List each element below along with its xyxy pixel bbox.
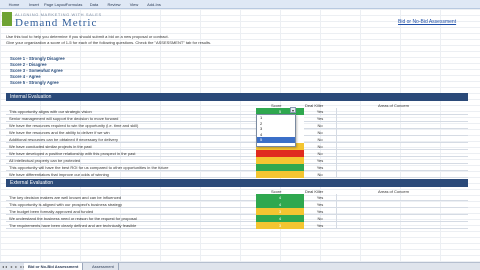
score-key-4: Score 4 - Agree bbox=[10, 74, 41, 79]
areas-of-concern-cell[interactable] bbox=[336, 215, 466, 222]
question-text: This opportunity will have the best ROI … bbox=[9, 165, 169, 170]
ribbon-tab-formulas[interactable]: Formulas bbox=[64, 0, 84, 8]
deal-killer-cell[interactable]: No bbox=[308, 122, 332, 129]
sheet-tab-bid-assessment[interactable]: Bid or No-Bid Assessment bbox=[24, 263, 84, 270]
score-key-3: Score 3 - Somewhat Agree bbox=[10, 68, 63, 73]
score-key-2: Score 2 - Disagree bbox=[10, 62, 47, 67]
score-key-5: Score 5 - Strongly Agree bbox=[10, 80, 59, 85]
table-row: The key decision makers are well known a… bbox=[6, 194, 468, 201]
question-text: Senior management will support the decis… bbox=[9, 116, 119, 121]
table-row: The budget been formally approved and fu… bbox=[6, 208, 468, 215]
score-cell[interactable]: 3 bbox=[256, 208, 304, 215]
table-row: Senior management will support the decis… bbox=[6, 115, 468, 122]
question-text: All intellectual property can be protect… bbox=[9, 158, 81, 163]
areas-of-concern-cell[interactable] bbox=[336, 143, 466, 150]
ribbon-tab-page-layout[interactable]: Page Layout bbox=[44, 0, 66, 8]
internal-evaluation-header: Internal Evaluation bbox=[6, 93, 468, 101]
score-cell[interactable] bbox=[256, 171, 304, 178]
ribbon-tab-home[interactable]: Home bbox=[4, 0, 24, 8]
table-row: We have the resources required to win th… bbox=[6, 122, 468, 129]
question-text: We have developed a positive relationshi… bbox=[9, 151, 136, 156]
question-text: The budget been formally approved and fu… bbox=[9, 209, 94, 214]
areas-of-concern-cell[interactable] bbox=[336, 194, 466, 201]
sheet-tabs-bar: ◂◂ ◂ ▸ ▸▸ Bid or No-Bid Assessment Asses… bbox=[0, 262, 480, 270]
question-text: This opportunity is aligned with our pro… bbox=[9, 202, 123, 207]
deal-killer-cell[interactable]: Yes bbox=[308, 222, 332, 229]
score-cell[interactable] bbox=[256, 150, 304, 157]
score-cell[interactable] bbox=[256, 157, 304, 164]
deal-killer-cell[interactable]: Yes bbox=[308, 157, 332, 164]
ribbon-tabs: Home Insert Page Layout Formulas Data Review V… bbox=[0, 0, 480, 9]
deal-killer-cell[interactable]: Yes bbox=[308, 194, 332, 201]
areas-of-concern-cell[interactable] bbox=[336, 122, 466, 129]
logo-name: Demand Metric bbox=[15, 17, 98, 29]
deal-killer-cell[interactable]: No bbox=[308, 129, 332, 136]
table-row: All intellectual property can be protect… bbox=[6, 157, 468, 164]
areas-of-concern-cell[interactable] bbox=[336, 208, 466, 215]
dropdown-option[interactable]: 5 bbox=[257, 137, 295, 143]
question-text: We have differentiators that improve our… bbox=[9, 172, 109, 177]
deal-killer-cell[interactable]: Yes bbox=[308, 108, 332, 115]
deal-killer-cell[interactable]: Yes bbox=[308, 164, 332, 171]
ribbon-tab-add-ins[interactable]: Add-Ins bbox=[144, 0, 164, 8]
assessment-link[interactable]: Bid or No-Bid Assessment bbox=[398, 19, 456, 25]
sheet-nav-arrows-icon[interactable]: ◂◂ ◂ ▸ ▸▸ bbox=[2, 264, 26, 269]
areas-of-concern-cell[interactable] bbox=[336, 108, 466, 115]
question-text: We have conducted similar projects in th… bbox=[9, 144, 92, 149]
areas-of-concern-cell[interactable] bbox=[336, 136, 466, 143]
section-title: Internal Evaluation bbox=[10, 94, 52, 100]
areas-of-concern-cell[interactable] bbox=[336, 201, 466, 208]
table-row: Additional resources can be obtained if … bbox=[6, 136, 468, 143]
score-cell[interactable]: 3 bbox=[256, 222, 304, 229]
areas-of-concern-cell[interactable] bbox=[336, 157, 466, 164]
ribbon-tab-review[interactable]: Review bbox=[104, 0, 124, 8]
score-cell[interactable]: 4 bbox=[256, 215, 304, 222]
question-text: We have the resources required to win th… bbox=[9, 123, 139, 128]
table-row: We have developed a positive relationshi… bbox=[6, 150, 468, 157]
deal-killer-cell[interactable]: No bbox=[308, 150, 332, 157]
table-row: We have differentiators that improve our… bbox=[6, 171, 468, 178]
table-row: The requirements have been clearly defin… bbox=[6, 222, 468, 229]
sheet-tab-assessment[interactable]: Assessment bbox=[88, 263, 119, 270]
areas-of-concern-cell[interactable] bbox=[336, 164, 466, 171]
question-text: The key decision makers are well known a… bbox=[9, 195, 122, 200]
section-title: External Evaluation bbox=[10, 180, 54, 186]
areas-of-concern-cell[interactable] bbox=[336, 115, 466, 122]
score-dropdown-list[interactable]: 12345 bbox=[256, 114, 296, 147]
deal-killer-cell[interactable]: No bbox=[308, 215, 332, 222]
ribbon-tab-insert[interactable]: Insert bbox=[24, 0, 44, 8]
question-text: We have the resources and the ability to… bbox=[9, 130, 110, 135]
score-cell[interactable]: 4 bbox=[256, 201, 304, 208]
intro-line-1: Use this tool to help you determine if y… bbox=[6, 34, 169, 39]
ribbon-tab-data[interactable]: Data bbox=[84, 0, 104, 8]
table-row: We understand the business need or reaso… bbox=[6, 215, 468, 222]
deal-killer-cell[interactable]: No bbox=[308, 136, 332, 143]
score-cell[interactable]: 4 bbox=[256, 194, 304, 201]
ribbon-tab-view[interactable]: View bbox=[124, 0, 144, 8]
question-text: Additional resources can be obtained if … bbox=[9, 137, 118, 142]
areas-of-concern-cell[interactable] bbox=[336, 222, 466, 229]
table-row: We have conducted similar projects in th… bbox=[6, 143, 468, 150]
deal-killer-cell[interactable]: No bbox=[308, 143, 332, 150]
table-row: This opportunity aligns with our strateg… bbox=[6, 108, 468, 115]
external-evaluation-header: External Evaluation bbox=[6, 179, 468, 187]
deal-killer-cell[interactable]: No bbox=[308, 171, 332, 178]
deal-killer-cell[interactable]: Yes bbox=[308, 115, 332, 122]
table-row: This opportunity will have the best ROI … bbox=[6, 164, 468, 171]
question-text: This opportunity aligns with our strateg… bbox=[9, 109, 92, 114]
intro-line-2: Give your organization a score of 1-5 fo… bbox=[6, 40, 212, 45]
table-row: This opportunity is aligned with our pro… bbox=[6, 201, 468, 208]
deal-killer-cell[interactable]: Yes bbox=[308, 201, 332, 208]
score-key-1: Score 1 - Strongly Disagree bbox=[10, 56, 65, 61]
deal-killer-cell[interactable]: Yes bbox=[308, 208, 332, 215]
areas-of-concern-cell[interactable] bbox=[336, 129, 466, 136]
areas-of-concern-cell[interactable] bbox=[336, 150, 466, 157]
table-row: We have the resources and the ability to… bbox=[6, 129, 468, 136]
dropdown-arrow-icon[interactable]: ▾ bbox=[290, 107, 296, 113]
question-text: The requirements have been clearly defin… bbox=[9, 223, 137, 228]
logo-icon bbox=[2, 12, 12, 26]
score-cell[interactable] bbox=[256, 164, 304, 171]
question-text: We understand the business need or reaso… bbox=[9, 216, 137, 221]
areas-of-concern-cell[interactable] bbox=[336, 171, 466, 178]
